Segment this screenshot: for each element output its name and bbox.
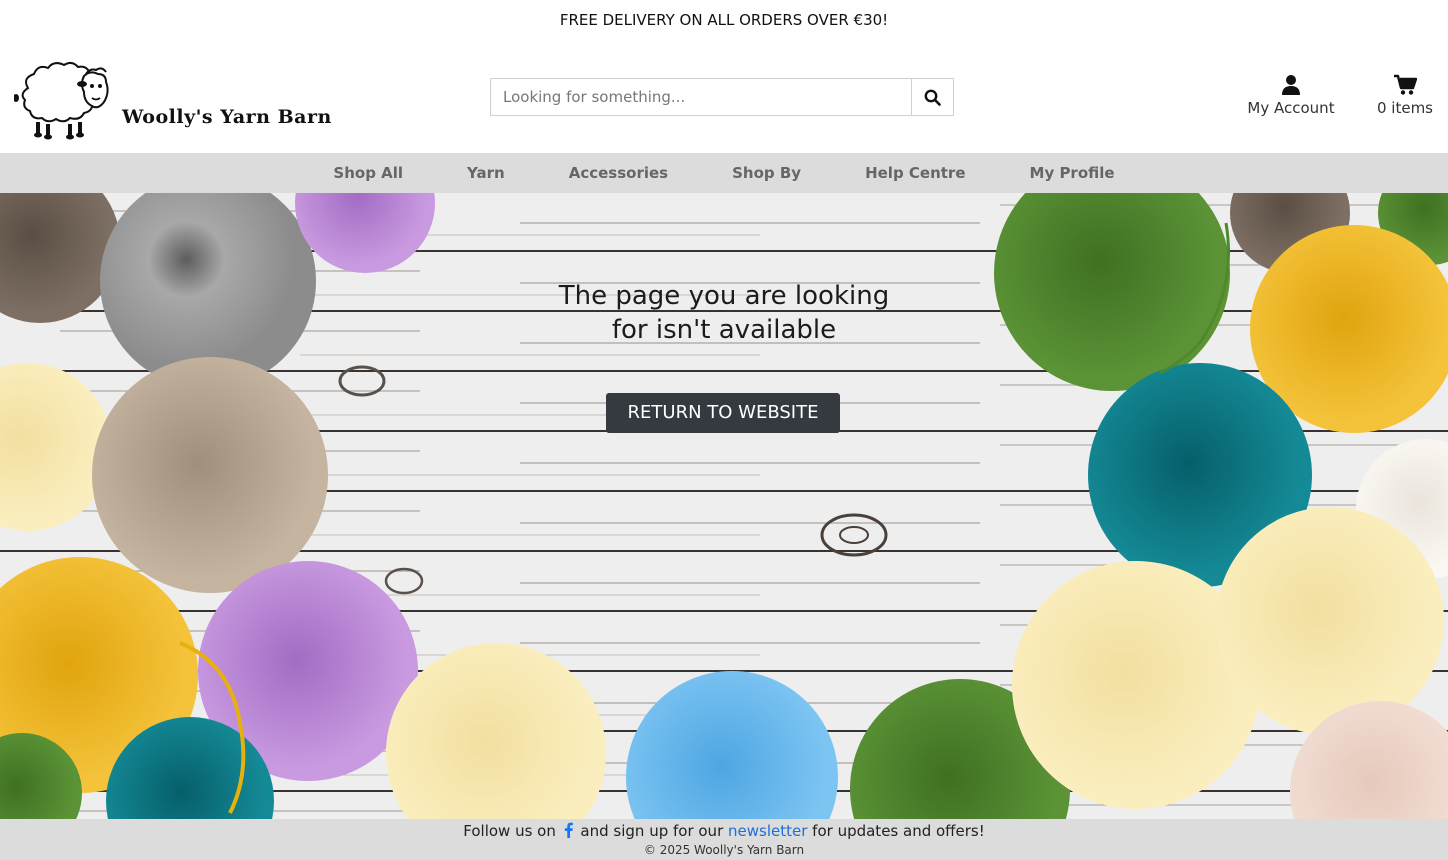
nav-item-yarn[interactable]: Yarn	[467, 164, 505, 182]
newsletter-link[interactable]: newsletter	[728, 822, 807, 840]
footer-follow-suffix: for updates and offers!	[812, 822, 985, 840]
nav-item-my-profile[interactable]: My Profile	[1030, 164, 1115, 182]
delivery-banner-text: FREE DELIVERY ON ALL ORDERS OVER €30!	[559, 11, 889, 29]
site-footer: Follow us on and sign up for our newslet…	[0, 819, 1448, 860]
nav-item-help-centre[interactable]: Help Centre	[865, 164, 965, 182]
return-to-website-button[interactable]: RETURN TO WEBSITE	[606, 393, 840, 433]
cart-count-label: 0 items	[1376, 99, 1433, 117]
facebook-link[interactable]	[564, 822, 573, 842]
footer-follow-middle: and sign up for our	[580, 822, 724, 840]
user-icon	[1282, 75, 1300, 95]
site-header: Woolly's Yarn Barn My Account 0 items	[0, 40, 1448, 153]
delivery-banner: FREE DELIVERY ON ALL ORDERS OVER €30!	[0, 0, 1448, 40]
message-line-2: for isn't available	[611, 315, 837, 345]
copyright-text: © 2025 Woolly's Yarn Barn	[643, 843, 805, 857]
my-account-label: My Account	[1247, 99, 1335, 117]
sheep-logo-icon	[13, 61, 109, 140]
cart-link[interactable]: 0 items	[1372, 74, 1438, 117]
search-button[interactable]	[911, 79, 953, 115]
footer-follow-prefix: Follow us on	[463, 822, 556, 840]
not-available-message: The page you are looking for isn't avail…	[474, 279, 974, 347]
facebook-icon	[564, 822, 573, 838]
nav-item-shop-all[interactable]: Shop All	[333, 164, 403, 182]
logo-text: Woolly's Yarn Barn	[122, 106, 332, 128]
hero-section: The page you are looking for isn't avail…	[0, 193, 1448, 819]
search-input[interactable]	[491, 79, 911, 115]
my-account-link[interactable]: My Account	[1240, 74, 1342, 117]
cart-icon	[1394, 74, 1417, 95]
message-line-1: The page you are looking	[558, 281, 890, 311]
footer-follow-line: Follow us on and sign up for our newslet…	[0, 819, 1448, 842]
main-nav: Shop All Yarn Accessories Shop By Help C…	[0, 153, 1448, 193]
search-icon	[924, 89, 941, 106]
nav-item-accessories[interactable]: Accessories	[569, 164, 668, 182]
logo[interactable]: Woolly's Yarn Barn	[13, 58, 344, 142]
search-bar	[490, 78, 954, 116]
nav-item-shop-by[interactable]: Shop By	[732, 164, 801, 182]
